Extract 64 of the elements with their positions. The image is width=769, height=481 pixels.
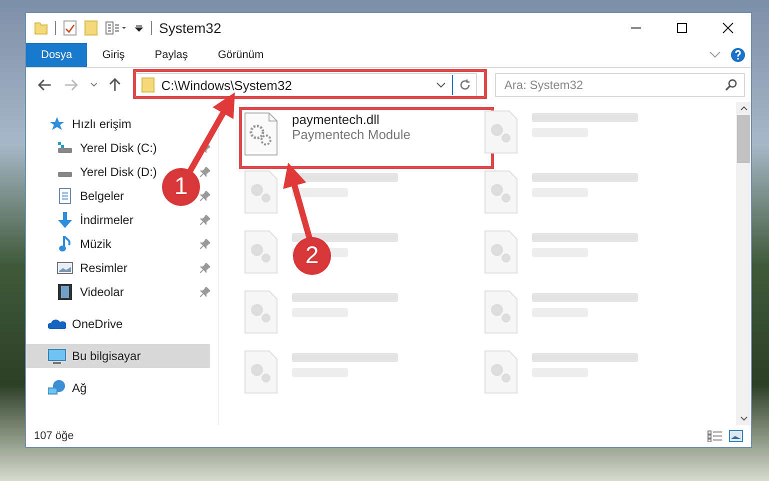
pin-icon[interactable]	[200, 167, 210, 177]
monitor-icon	[48, 348, 66, 364]
up-arrow-icon[interactable]	[109, 78, 122, 92]
nav-item[interactable]: İndirmeler	[26, 208, 142, 232]
pin-icon[interactable]	[200, 215, 210, 225]
scroll-up-icon[interactable]	[740, 106, 748, 111]
nav-item[interactable]: Hızlı erişim	[26, 112, 140, 136]
nav-item[interactable]: Ağ	[26, 376, 95, 400]
film-icon	[58, 284, 72, 300]
close-icon[interactable]	[722, 22, 734, 34]
address-field[interactable]: C:\Windows\System32	[135, 73, 478, 97]
network-icon	[48, 380, 66, 396]
pin-icon[interactable]	[200, 191, 210, 201]
scroll-thumb[interactable]	[737, 115, 750, 163]
item-count: 107 öğe	[34, 430, 74, 442]
pin-icon[interactable]	[200, 263, 210, 273]
customize-caret-icon[interactable]	[134, 23, 144, 33]
cloud-icon	[48, 319, 66, 329]
ribbon-tab[interactable]: Dosya	[26, 43, 88, 67]
pin-icon[interactable]	[200, 287, 210, 297]
scrollbar[interactable]	[736, 102, 751, 425]
nav-item[interactable]: Yerel Disk (D:)	[26, 160, 165, 184]
file-description: Paymentech Module	[292, 127, 411, 142]
maximize-icon[interactable]	[676, 22, 688, 34]
refresh-icon[interactable]	[459, 79, 472, 91]
ribbon-tab[interactable]: Giriş	[87, 43, 140, 67]
pin-icon[interactable]	[200, 143, 210, 153]
forward-arrow-icon[interactable]	[64, 79, 78, 91]
ribbon-tab[interactable]: Paylaş	[140, 43, 203, 67]
music-note-icon	[59, 236, 71, 252]
ribbon-tab[interactable]: Görünüm	[202, 43, 279, 67]
document-icon	[59, 188, 71, 204]
help-icon[interactable]	[731, 48, 745, 62]
nav-item[interactable]: Videolar	[26, 280, 132, 304]
drive-icon	[57, 142, 73, 154]
address-path: C:\Windows\System32	[161, 78, 293, 92]
folder-icon[interactable]	[34, 21, 48, 35]
folder-icon[interactable]	[84, 20, 98, 36]
search-icon	[725, 79, 738, 91]
expand-ribbon-icon[interactable]	[709, 51, 721, 59]
nav-item[interactable]: Müzik	[26, 232, 120, 256]
nav-item[interactable]: Bu bilgisayar	[26, 344, 210, 368]
back-arrow-icon[interactable]	[38, 79, 52, 91]
scroll-down-icon[interactable]	[740, 416, 748, 421]
search-field[interactable]: Ara: System32	[495, 73, 746, 97]
picture-icon	[57, 262, 73, 274]
nav-item[interactable]: Yerel Disk (C:)	[26, 136, 165, 160]
details-view-icon[interactable]	[707, 430, 723, 442]
checklist-icon[interactable]	[63, 20, 77, 36]
properties-icon[interactable]	[105, 21, 127, 35]
nav-item[interactable]: Belgeler	[26, 184, 132, 208]
file-name: paymentech.dll	[292, 112, 380, 127]
download-arrow-icon	[58, 212, 72, 228]
recent-caret-icon[interactable]	[90, 82, 98, 88]
folder-icon	[141, 77, 156, 93]
dropdown-caret-icon[interactable]	[436, 82, 446, 88]
star-icon	[49, 117, 65, 131]
file-item[interactable]: paymentech.dll Paymentech Module	[239, 107, 494, 169]
dll-file-icon	[244, 112, 278, 156]
window-title: System32	[159, 20, 222, 36]
nav-item[interactable]: Resimler	[26, 256, 136, 280]
nav-item[interactable]: OneDrive	[26, 312, 131, 336]
pin-icon[interactable]	[200, 239, 210, 249]
large-icons-view-icon[interactable]	[729, 430, 743, 442]
